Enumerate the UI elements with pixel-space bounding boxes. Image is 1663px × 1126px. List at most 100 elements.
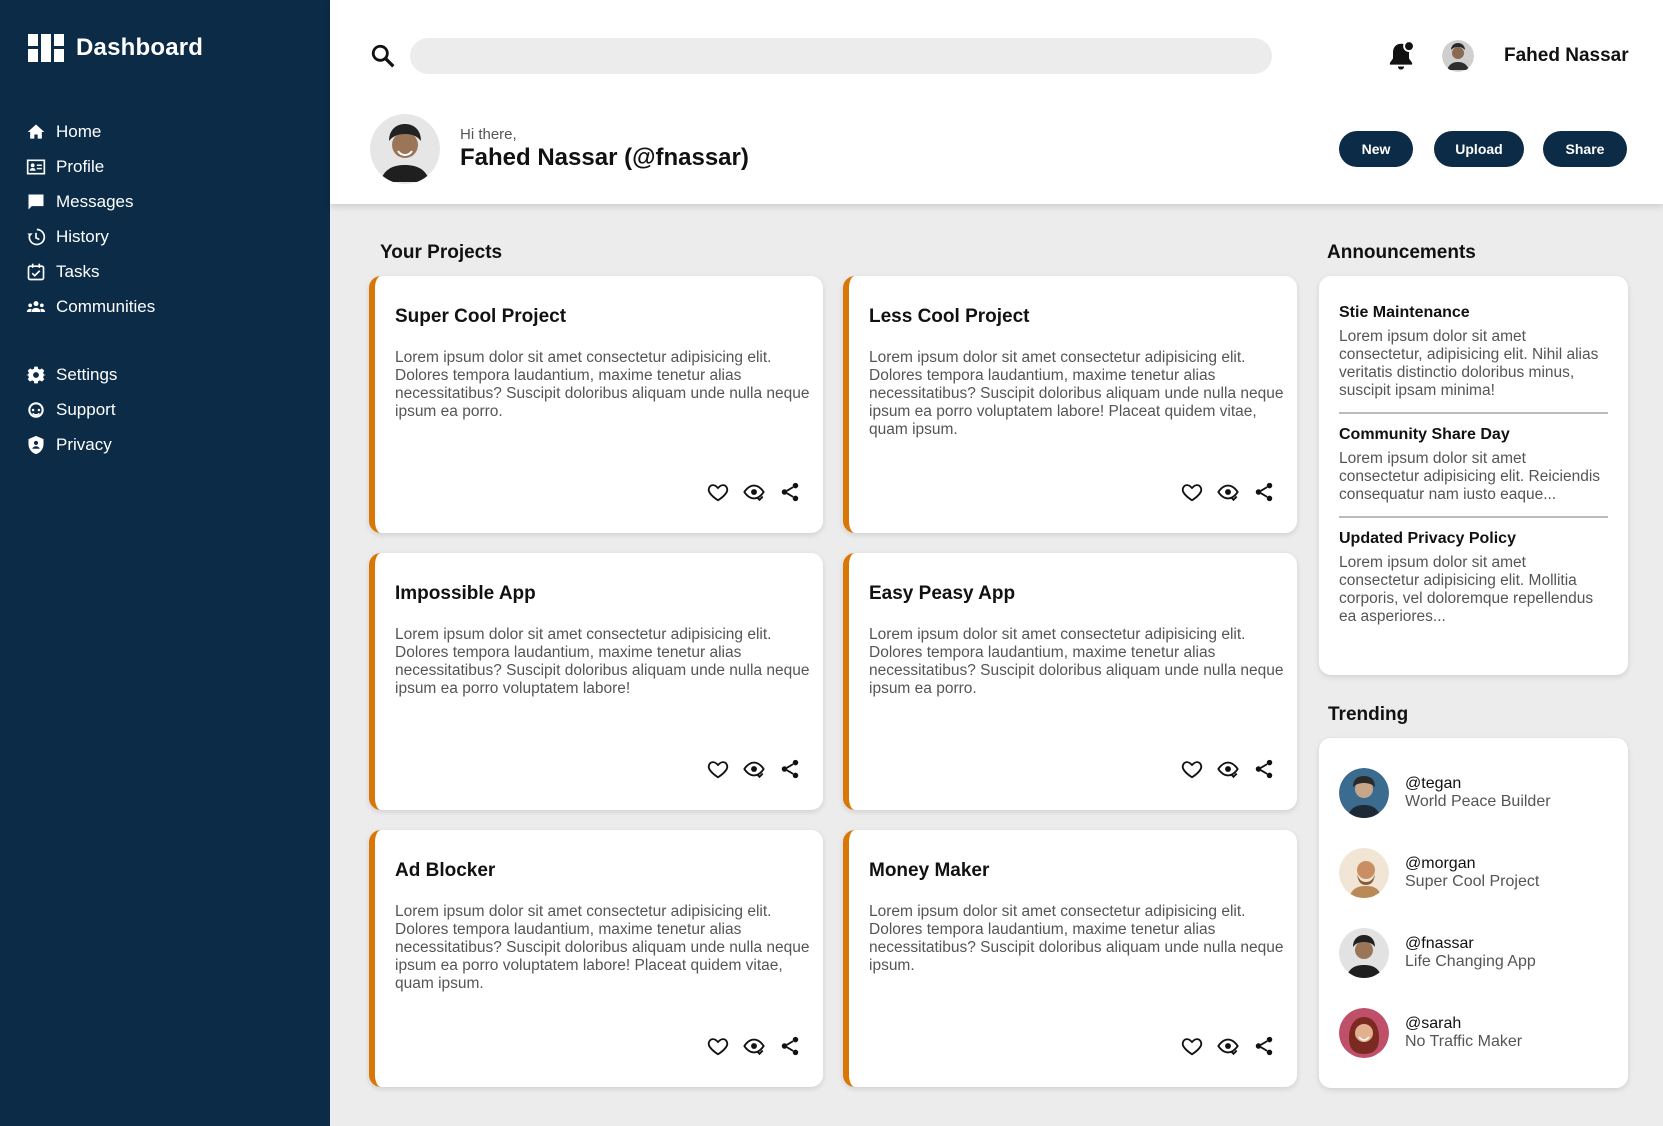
group-icon xyxy=(26,300,46,312)
trending-item[interactable]: @sarah No Traffic Maker xyxy=(1339,1008,1522,1058)
share-button[interactable]: Share xyxy=(1543,131,1627,167)
share-icon[interactable] xyxy=(779,481,801,503)
share-icon[interactable] xyxy=(779,1035,801,1057)
sidebar-item-label: Communities xyxy=(56,296,156,316)
announcement-title: Updated Privacy Policy xyxy=(1339,530,1516,547)
eye-icon[interactable] xyxy=(1217,758,1239,780)
history-icon xyxy=(27,228,46,245)
project-card[interactable]: Impossible App Lorem ipsum dolor sit ame… xyxy=(369,553,823,810)
heart-icon[interactable] xyxy=(707,1035,729,1057)
sidebar-item-tasks[interactable]: Tasks xyxy=(26,254,155,289)
heart-icon[interactable] xyxy=(1181,1035,1203,1057)
share-icon[interactable] xyxy=(779,758,801,780)
project-description: Lorem ipsum dolor sit amet consectetur a… xyxy=(395,349,810,420)
announcement-item[interactable]: Community Share Day Lorem ipsum dolor si… xyxy=(1319,426,1628,504)
sidebar-item-messages[interactable]: Messages xyxy=(26,184,155,219)
sidebar-item-support[interactable]: Support xyxy=(26,392,117,427)
announcement-text: Lorem ipsum dolor sit amet consectetur a… xyxy=(1339,554,1594,625)
projects-title: Your Projects xyxy=(380,242,503,263)
sidebar-settings-nav: Settings Support Privacy xyxy=(26,357,117,462)
announcement-text: Lorem ipsum dolor sit amet consectetur, … xyxy=(1339,328,1599,399)
heart-icon[interactable] xyxy=(1181,481,1203,503)
project-actions xyxy=(1181,481,1275,503)
brand[interactable]: Dashboard xyxy=(28,34,203,62)
project-card[interactable]: Easy Peasy App Lorem ipsum dolor sit ame… xyxy=(843,553,1297,810)
trending-project: No Traffic Maker xyxy=(1405,1033,1523,1050)
trending-project: World Peace Builder xyxy=(1405,793,1551,810)
header-user-name[interactable]: Fahed Nassar xyxy=(1504,45,1629,67)
eye-icon[interactable] xyxy=(1217,1035,1239,1057)
trending-text: @tegan World Peace Builder xyxy=(1405,775,1551,811)
project-description: Lorem ipsum dolor sit amet consectetur a… xyxy=(869,349,1284,438)
sidebar-item-profile[interactable]: Profile xyxy=(26,149,155,184)
project-card[interactable]: Money Maker Lorem ipsum dolor sit amet c… xyxy=(843,830,1297,1087)
greeting-text: Hi there, xyxy=(460,126,517,143)
upload-button[interactable]: Upload xyxy=(1434,131,1524,167)
search-icon[interactable] xyxy=(370,43,396,69)
announcement-item[interactable]: Updated Privacy Policy Lorem ipsum dolor… xyxy=(1319,530,1628,626)
project-title: Less Cool Project xyxy=(869,306,1030,327)
sidebar-item-privacy[interactable]: Privacy xyxy=(26,427,117,462)
heart-icon[interactable] xyxy=(1181,758,1203,780)
sidebar-item-label: Privacy xyxy=(56,434,112,454)
project-title: Impossible App xyxy=(395,583,536,604)
profile-name: Fahed Nassar (@fnassar) xyxy=(460,144,749,171)
trending-item[interactable]: @morgan Super Cool Project xyxy=(1339,848,1539,898)
project-card[interactable]: Super Cool Project Lorem ipsum dolor sit… xyxy=(369,276,823,533)
divider xyxy=(1339,516,1608,518)
trending-item[interactable]: @fnassar Life Changing App xyxy=(1339,928,1536,978)
header: Fahed Nassar Hi there, Fahed Nassar (@fn… xyxy=(330,0,1663,204)
sidebar-item-label: Profile xyxy=(56,156,105,176)
brand-title: Dashboard xyxy=(76,34,204,61)
avatar xyxy=(1339,768,1389,818)
trending-text: @sarah No Traffic Maker xyxy=(1405,1015,1522,1051)
avatar xyxy=(1339,848,1389,898)
avatar xyxy=(1339,928,1389,978)
project-title: Easy Peasy App xyxy=(869,583,1016,604)
project-actions xyxy=(1181,758,1275,780)
announcement-title: Stie Maintenance xyxy=(1339,304,1470,321)
project-title: Money Maker xyxy=(869,860,990,881)
project-description: Lorem ipsum dolor sit amet consectetur a… xyxy=(395,903,810,992)
trending-handle: @fnassar xyxy=(1405,935,1474,952)
trending-project: Life Changing App xyxy=(1405,953,1536,970)
trending-text: @fnassar Life Changing App xyxy=(1405,935,1536,971)
heart-icon[interactable] xyxy=(707,758,729,780)
project-actions xyxy=(1181,1035,1275,1057)
announcements-title: Announcements xyxy=(1327,242,1476,263)
heart-icon[interactable] xyxy=(707,481,729,503)
project-card[interactable]: Ad Blocker Lorem ipsum dolor sit amet co… xyxy=(369,830,823,1087)
project-actions xyxy=(707,1035,801,1057)
project-title: Ad Blocker xyxy=(395,860,496,881)
trending-handle: @morgan xyxy=(1405,855,1476,872)
notification-bell-icon[interactable] xyxy=(1386,40,1416,72)
share-icon[interactable] xyxy=(1253,481,1275,503)
eye-icon[interactable] xyxy=(743,758,765,780)
eye-icon[interactable] xyxy=(743,1035,765,1057)
trending-item[interactable]: @tegan World Peace Builder xyxy=(1339,768,1551,818)
sidebar-nav: Home Profile Messages History Tasks Comm… xyxy=(26,114,155,324)
sidebar-item-history[interactable]: History xyxy=(26,219,155,254)
announcement-item[interactable]: Stie Maintenance Lorem ipsum dolor sit a… xyxy=(1319,304,1628,400)
eye-icon[interactable] xyxy=(743,481,765,503)
sidebar-item-label: History xyxy=(56,226,109,246)
share-icon[interactable] xyxy=(1253,1035,1275,1057)
gear-icon xyxy=(26,366,46,383)
sidebar-item-communities[interactable]: Communities xyxy=(26,289,155,324)
profile-avatar xyxy=(370,114,440,184)
sidebar-item-label: Home xyxy=(56,121,102,141)
sidebar-item-label: Settings xyxy=(56,364,118,384)
eye-icon[interactable] xyxy=(1217,481,1239,503)
header-avatar[interactable] xyxy=(1442,40,1474,72)
trending-text: @morgan Super Cool Project xyxy=(1405,855,1539,891)
search-input[interactable] xyxy=(410,38,1272,74)
project-actions xyxy=(707,481,801,503)
project-card[interactable]: Less Cool Project Lorem ipsum dolor sit … xyxy=(843,276,1297,533)
sidebar-item-settings[interactable]: Settings xyxy=(26,357,117,392)
avatar xyxy=(1339,1008,1389,1058)
announcements-panel: Stie Maintenance Lorem ipsum dolor sit a… xyxy=(1319,276,1628,675)
new-button[interactable]: New xyxy=(1339,131,1413,167)
sidebar-item-label: Messages xyxy=(56,191,134,211)
share-icon[interactable] xyxy=(1253,758,1275,780)
sidebar-item-home[interactable]: Home xyxy=(26,114,155,149)
